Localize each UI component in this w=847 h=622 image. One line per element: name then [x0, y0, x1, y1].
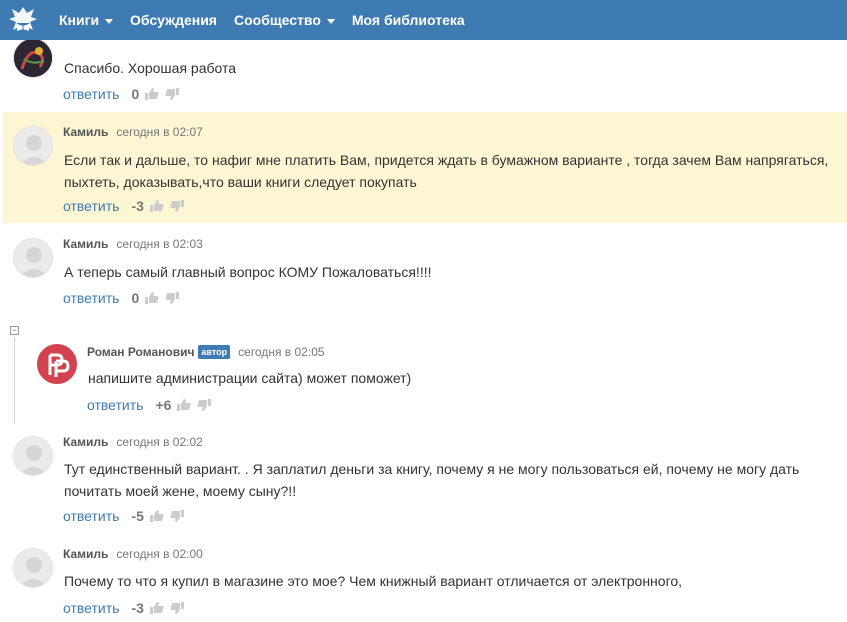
- nav-my-library-link[interactable]: Моя библиотека: [352, 12, 465, 28]
- site-logo-icon[interactable]: [4, 0, 42, 40]
- collapse-thread-toggle[interactable]: −: [10, 326, 19, 335]
- comment-time: сегодня в 02:07: [116, 125, 203, 139]
- reply-link[interactable]: ответить: [87, 397, 143, 413]
- comment: Спасибо. Хорошая работа ответить 0: [3, 40, 847, 112]
- reply-link[interactable]: ответить: [63, 600, 119, 616]
- chevron-down-icon: [326, 18, 335, 24]
- avatar[interactable]: [13, 126, 53, 166]
- reply-link[interactable]: ответить: [63, 290, 119, 306]
- thumbs-up-icon[interactable]: [145, 292, 159, 304]
- comment-score: 0: [131, 86, 140, 102]
- reply-link[interactable]: ответить: [63, 508, 119, 524]
- comment-author[interactable]: Камиль: [63, 547, 108, 561]
- comment-time: сегодня в 02:05: [238, 345, 325, 359]
- comment-text: Спасибо. Хорошая работа: [64, 60, 237, 76]
- top-navbar: Книги Обсуждения Сообщество Моя библиоте…: [0, 0, 847, 40]
- thumbs-up-icon[interactable]: [145, 88, 159, 100]
- chevron-down-icon: [105, 18, 114, 24]
- nav-community-menu[interactable]: Сообщество: [234, 12, 335, 28]
- comment-score: -3: [131, 198, 144, 214]
- comment-author[interactable]: Камиль: [63, 435, 108, 449]
- comment-score: -3: [131, 600, 144, 616]
- reply-link[interactable]: ответить: [63, 86, 119, 102]
- comment-text: Если так и дальше, то нафиг мне платить …: [64, 152, 829, 190]
- comment: Камиль сегодня в 02:02 Тут единственный в…: [3, 422, 847, 534]
- author-avatar[interactable]: [37, 344, 77, 384]
- avatar[interactable]: [13, 238, 53, 278]
- comment-actions: ответить -3: [63, 198, 184, 214]
- author-badge: автор: [198, 345, 231, 359]
- thumbs-down-icon[interactable]: [165, 292, 180, 304]
- comment-meta: Камиль сегодня в 02:07: [63, 125, 203, 139]
- comment-author[interactable]: Камиль: [63, 237, 108, 251]
- nav-books-label: Книги: [59, 12, 100, 28]
- comment-text: Почему то что я купил в магазине это мое…: [64, 573, 683, 589]
- nav-discussions-link[interactable]: Обсуждения: [130, 12, 217, 28]
- thread-guide-line: [14, 338, 15, 423]
- comment-actions: ответить -5: [63, 508, 184, 524]
- comment-time: сегодня в 02:02: [116, 435, 203, 449]
- comment-reply: Роман Романович автор сегодня в 02:05 напи…: [27, 332, 847, 422]
- comment-text: напишите администрации сайта) может помо…: [88, 370, 412, 386]
- thumbs-up-icon[interactable]: [149, 200, 164, 212]
- avatar[interactable]: [13, 40, 53, 78]
- comment-score: 0: [131, 290, 140, 306]
- comment-author[interactable]: Камиль: [63, 125, 108, 139]
- comment-text: Тут единственный вариант. . Я заплатил д…: [64, 461, 800, 499]
- comment-meta: Камиль сегодня в 02:00: [63, 547, 203, 561]
- comment-author[interactable]: Роман Романович: [87, 345, 194, 359]
- comment-actions: ответить 0: [63, 290, 180, 306]
- thumbs-down-icon[interactable]: [197, 399, 212, 411]
- comment-text: А теперь самый главный вопрос КОМУ Пожал…: [64, 264, 432, 280]
- comment-highlighted: Камиль сегодня в 02:07 Если так и дальше,…: [3, 112, 847, 223]
- thumbs-up-icon[interactable]: [149, 510, 164, 522]
- comment-score: -5: [131, 508, 144, 524]
- comment-feed: Спасибо. Хорошая работа ответить 0 Камил…: [0, 40, 847, 622]
- thumbs-up-icon[interactable]: [177, 399, 191, 411]
- nav-books-menu[interactable]: Книги: [59, 12, 114, 28]
- nav-discussions-label: Обсуждения: [130, 12, 217, 28]
- comment-time: сегодня в 02:03: [116, 237, 203, 251]
- comment-actions: ответить 0: [63, 86, 180, 102]
- thumbs-up-icon[interactable]: [149, 602, 164, 614]
- comment: Камиль сегодня в 02:00 Почему то что я ку…: [3, 534, 847, 622]
- thumbs-down-icon[interactable]: [170, 602, 184, 614]
- thumbs-down-icon[interactable]: [170, 200, 184, 212]
- comment-meta: Камиль сегодня в 02:03: [63, 237, 203, 251]
- nav-community-label: Сообщество: [233, 12, 321, 28]
- comment-actions: ответить +6: [87, 397, 212, 413]
- avatar[interactable]: [13, 436, 53, 476]
- avatar[interactable]: [13, 548, 53, 588]
- comment-meta: Роман Романович автор сегодня в 02:05: [87, 345, 325, 359]
- comment-meta: Камиль сегодня в 02:02: [63, 435, 203, 449]
- comment-actions: ответить -3: [63, 600, 184, 616]
- comment-score: +6: [155, 397, 172, 413]
- comment: Камиль сегодня в 02:03 А теперь самый гла…: [3, 224, 847, 314]
- thumbs-down-icon[interactable]: [165, 88, 180, 100]
- comment-time: сегодня в 02:00: [116, 547, 203, 561]
- thumbs-down-icon[interactable]: [170, 510, 184, 522]
- nav-my-library-label: Моя библиотека: [351, 12, 465, 28]
- reply-link[interactable]: ответить: [63, 198, 119, 214]
